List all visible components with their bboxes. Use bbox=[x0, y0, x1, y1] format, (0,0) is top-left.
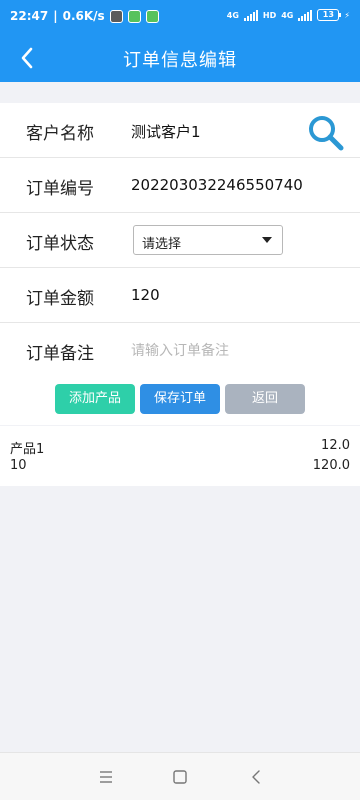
order-amount-label: 订单金额 bbox=[26, 289, 94, 309]
return-button[interactable]: 返回 bbox=[225, 384, 305, 414]
order-amount-row: 订单金额 120 bbox=[0, 268, 360, 323]
menu-icon bbox=[100, 771, 112, 783]
order-status-select[interactable]: 请选择 bbox=[133, 225, 283, 255]
status-divider: | bbox=[53, 9, 58, 23]
order-number-label: 订单编号 bbox=[26, 179, 94, 199]
square-icon bbox=[173, 770, 187, 784]
network-type-label: 4G bbox=[281, 10, 294, 20]
action-buttons: 添加产品 保存订单 返回 bbox=[0, 375, 360, 425]
order-number-value: 202203032246550740 bbox=[131, 176, 303, 194]
order-remark-row: 订单备注 bbox=[0, 323, 360, 378]
page-title: 订单信息编辑 bbox=[123, 50, 237, 71]
save-order-button[interactable]: 保存订单 bbox=[140, 384, 220, 414]
order-remark-input[interactable] bbox=[131, 339, 331, 363]
status-network-speed: 0.6K/s bbox=[62, 9, 105, 23]
product-name: 产品1 bbox=[10, 442, 45, 457]
app-notification-icon bbox=[145, 9, 159, 23]
product-list: 产品1 12.0 10 120.0 bbox=[0, 426, 360, 486]
search-icon bbox=[309, 116, 344, 151]
system-navigation-bar bbox=[0, 752, 360, 800]
home-button[interactable] bbox=[170, 767, 190, 787]
hd-label: HD bbox=[262, 10, 277, 20]
battery-icon: 13 bbox=[317, 9, 342, 21]
product-price: 12.0 bbox=[321, 438, 350, 453]
order-remark-label: 订单备注 bbox=[26, 344, 94, 364]
order-status-label: 订单状态 bbox=[26, 234, 94, 254]
network-type-label: 4G bbox=[226, 10, 239, 20]
signal-icon bbox=[243, 9, 258, 21]
app-notification-icon bbox=[109, 9, 123, 23]
status-bar-right: 4G HD 4G 13 ⚡ bbox=[227, 9, 350, 21]
status-bar-left: 22:47 | 0.6K/s bbox=[10, 9, 159, 23]
order-amount-value: 120 bbox=[131, 286, 160, 304]
order-form: 客户名称 测试客户1 订单编号 202203032246550740 订单状态 … bbox=[0, 103, 360, 378]
charging-icon: ⚡ bbox=[344, 10, 350, 20]
chevron-down-icon bbox=[262, 237, 272, 243]
order-status-row: 订单状态 请选择 bbox=[0, 213, 360, 268]
order-number-row: 订单编号 202203032246550740 bbox=[0, 158, 360, 213]
app-notification-icon bbox=[127, 9, 141, 23]
system-back-button[interactable] bbox=[246, 767, 266, 787]
status-time: 22:47 bbox=[10, 9, 49, 23]
header-bar: 订单信息编辑 bbox=[0, 34, 360, 82]
customer-label: 客户名称 bbox=[26, 124, 94, 144]
chevron-left-icon bbox=[252, 770, 260, 784]
customer-row: 客户名称 测试客户1 bbox=[0, 103, 360, 158]
battery-level: 13 bbox=[322, 10, 334, 19]
add-product-button[interactable]: 添加产品 bbox=[55, 384, 135, 414]
order-status-selected: 请选择 bbox=[142, 237, 182, 252]
signal-icon bbox=[298, 9, 313, 21]
recent-apps-button[interactable] bbox=[96, 767, 116, 787]
customer-search-button[interactable] bbox=[306, 113, 346, 153]
product-amount: 120.0 bbox=[312, 458, 350, 473]
product-quantity: 10 bbox=[10, 458, 27, 473]
list-item[interactable]: 产品1 12.0 10 120.0 bbox=[0, 426, 360, 486]
customer-value: 测试客户1 bbox=[131, 123, 201, 141]
status-bar: 22:47 | 0.6K/s 4G HD 4G 13 ⚡ bbox=[0, 0, 360, 34]
